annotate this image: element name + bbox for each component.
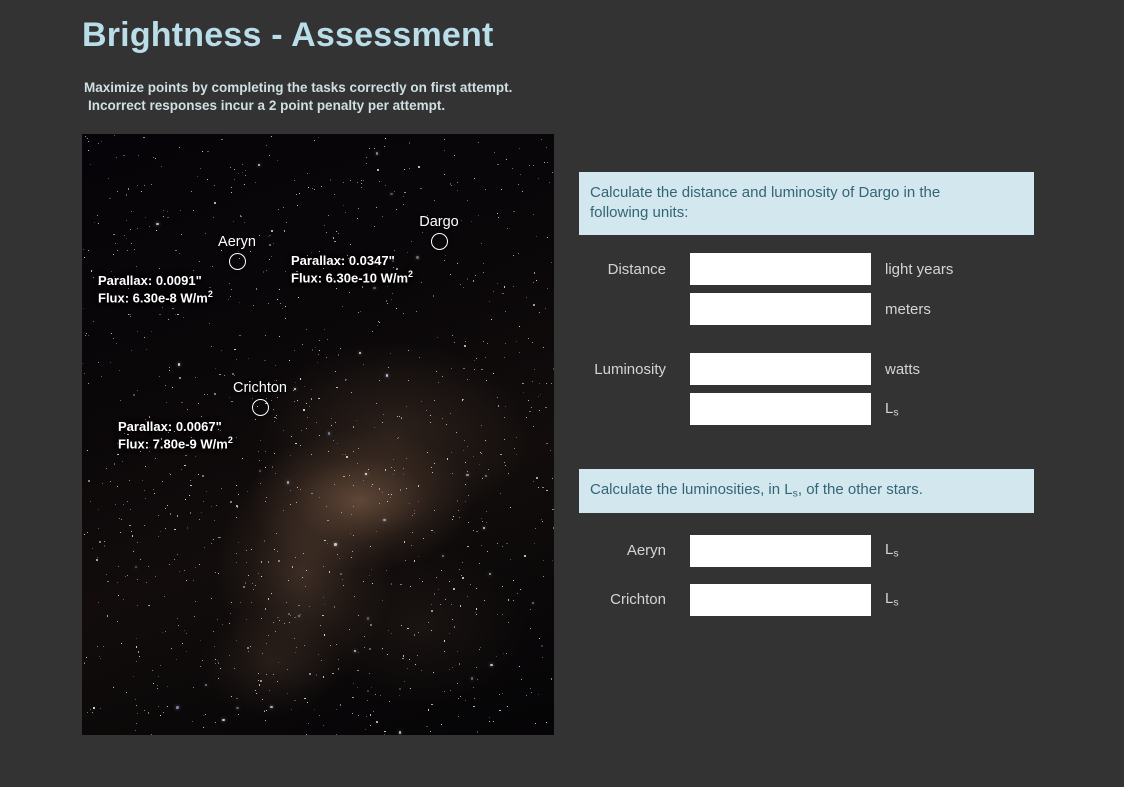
question-1-banner-line-2: following units: [590,204,689,222]
crichton-luminosity-input[interactable] [690,583,871,616]
star-marker-aeryn: Aeryn Parallax: 0.0091" Flux: 6.30e-8 W/… [98,234,302,307]
instructions-line-2: Incorrect responses incur a 2 point pena… [88,97,446,113]
unit-solar-luminosity: Ls [885,541,899,560]
luminosity-watts-input[interactable] [690,353,871,386]
question-1-banner: Calculate the distance and luminosity of… [579,172,1034,236]
unit-solar-luminosity: Ls [885,590,899,609]
unit-solar-luminosity: Ls [885,400,899,419]
unit-meters: meters [885,300,931,318]
instructions-line-1: Maximize points by completing the tasks … [84,80,513,95]
question-2-banner: Calculate the luminosities, in Ls, of th… [579,469,1034,513]
star-name-crichton: Crichton [233,380,287,396]
field-label-aeryn: Aeryn [626,542,666,560]
question-2-banner-post: , of the other stars. [797,481,923,499]
star-name-dargo: Dargo [419,214,459,230]
distance-meters-input[interactable] [690,293,871,326]
distance-light-years-input[interactable] [690,253,871,286]
field-row-aeryn-luminosity: Aeryn Ls [579,534,1034,567]
star-parallax-crichton: Parallax: 0.0067" [118,419,222,434]
field-row-luminosity-watts: Luminosity watts [579,353,1034,386]
unit-watts: watts [885,360,921,378]
star-name-aeryn: Aeryn [218,234,256,250]
star-parallax-aeryn: Parallax: 0.0091" [98,273,202,288]
page-title: Brightness - Assessment [82,16,494,54]
instructions-text: Maximize points by completing the tasks … [84,79,512,115]
field-row-luminosity-solar: Ls [579,393,1034,426]
field-label-distance: Distance [607,260,666,278]
field-row-crichton-luminosity: Crichton Ls [579,583,1034,616]
question-1-banner-line-1: Calculate the distance and luminosity of… [590,184,941,201]
field-label-crichton: Crichton [610,591,666,609]
star-marker-crichton: Crichton Parallax: 0.0067" Flux: 7.80e-9… [118,380,325,453]
star-marker-dargo: Dargo Parallax: 0.0347" Flux: 6.30e-10 W… [291,214,504,287]
field-row-distance-lightyears: Distance light years [579,253,1034,286]
star-flux-dargo: Flux: 6.30e-10 W/m2 [291,269,414,286]
question-2-banner-pre: Calculate the luminosities, in L [590,481,793,499]
star-flux-crichton: Flux: 7.80e-9 W/m2 [118,435,233,452]
starfield-image: Aeryn Parallax: 0.0091" Flux: 6.30e-8 W/… [82,134,554,735]
questions-column: Calculate the distance and luminosity of… [579,172,1034,616]
star-flux-aeryn: Flux: 6.30e-8 W/m2 [98,289,213,306]
star-parallax-dargo: Parallax: 0.0347" [291,253,395,268]
field-label-luminosity: Luminosity [594,360,666,378]
luminosity-solar-input[interactable] [690,393,871,426]
star-circle-icon [228,253,246,270]
star-circle-icon [251,399,269,416]
unit-light-years: light years [885,260,954,278]
star-circle-icon [430,233,448,250]
field-row-distance-meters: meters [579,293,1034,326]
aeryn-luminosity-input[interactable] [690,534,871,567]
